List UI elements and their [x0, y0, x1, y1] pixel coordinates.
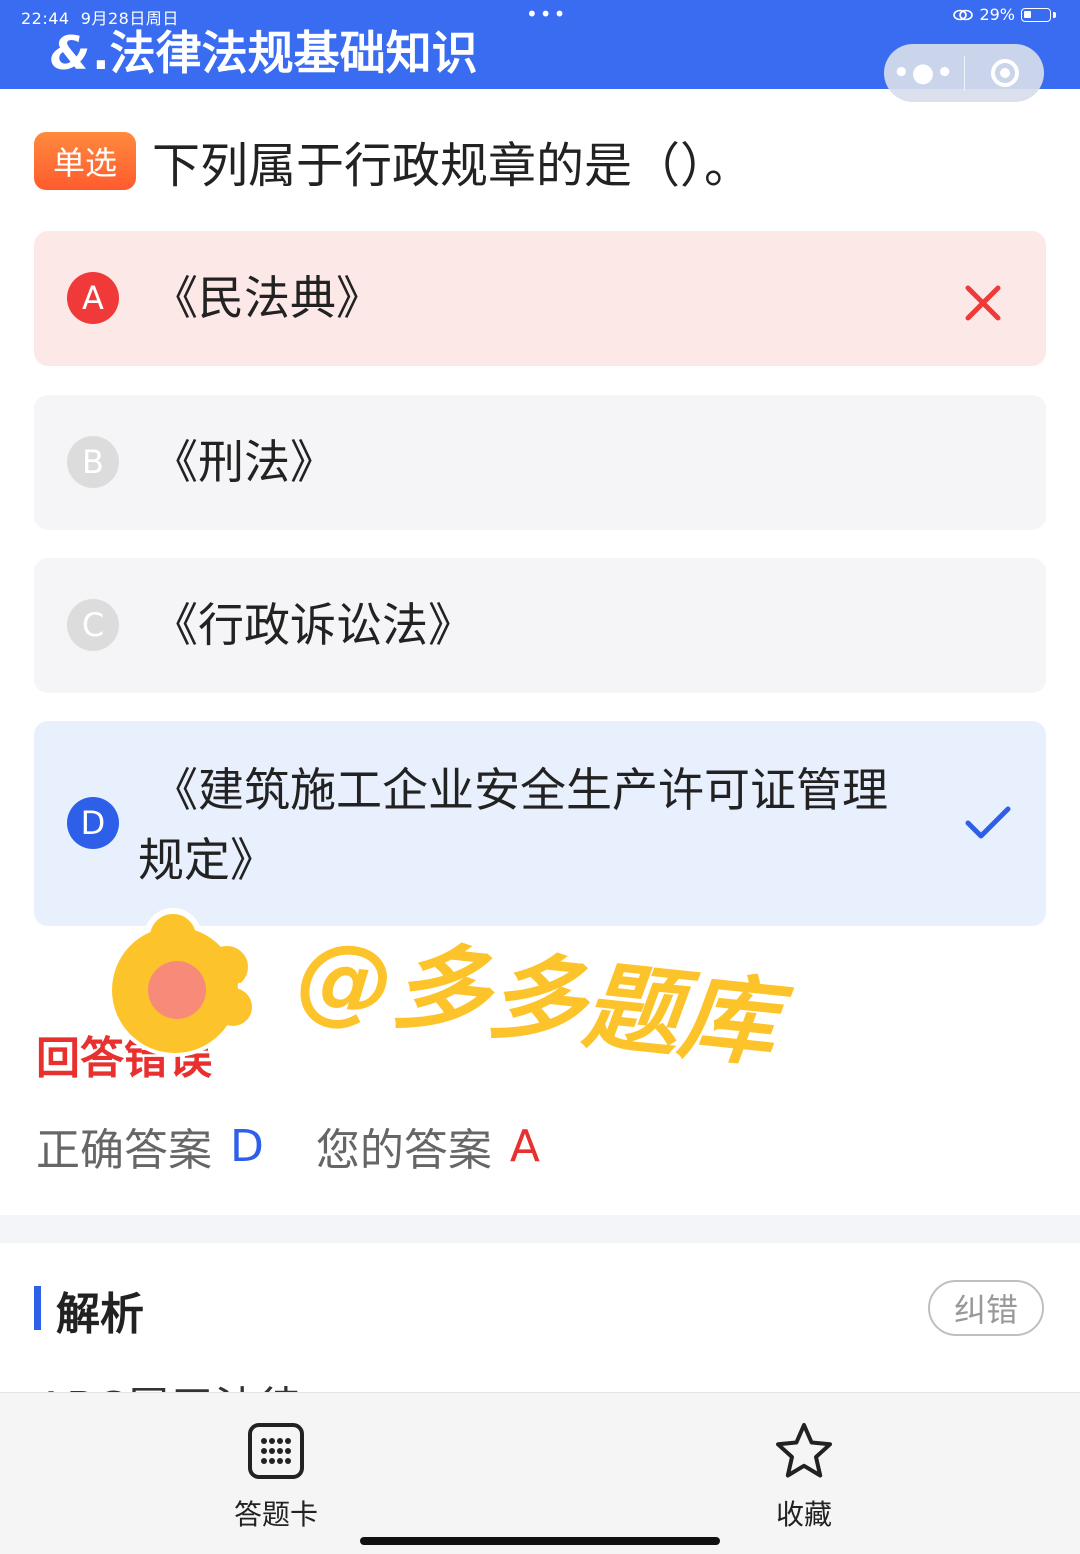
- analysis-accent-bar: [34, 1286, 41, 1330]
- battery-percent: 29%: [979, 5, 1015, 24]
- link-icon: [953, 9, 974, 20]
- option-text: 《刑法》: [152, 435, 336, 489]
- app-header: 22:44 9月28日周日 ••• 29% & .法律法规基础知识 •●•: [0, 0, 1080, 102]
- option-letter: B: [67, 436, 119, 488]
- option-text: 《行政诉讼法》: [152, 598, 474, 652]
- status-right: 29%: [953, 5, 1056, 24]
- status-dots: •••: [526, 2, 568, 26]
- app-title-group: & .法律法规基础知识: [50, 30, 478, 76]
- correct-check-icon: [965, 806, 1011, 839]
- home-indicator: [360, 1537, 720, 1545]
- your-answer-label: 您的答案: [315, 1125, 492, 1176]
- bottom-nav: 答题卡 收藏: [0, 1392, 1080, 1554]
- watermark-text: @多多题库: [292, 919, 797, 1082]
- option-a[interactable]: A 《民法典》: [34, 231, 1046, 366]
- answer-card-button[interactable]: 答题卡: [206, 1421, 346, 1533]
- correct-answer-label: 正确答案: [36, 1125, 212, 1176]
- option-letter: A: [67, 272, 119, 324]
- answer-card-label: 答题卡: [233, 1498, 318, 1531]
- star-icon: [776, 1423, 832, 1478]
- wrong-x-icon: [965, 285, 1001, 321]
- app-title: .法律法规基础知识: [92, 26, 478, 80]
- option-text-line1: 《建筑施工企业安全生产许可证管理: [152, 763, 888, 817]
- section-divider: [0, 1215, 1080, 1243]
- option-text-line2: 规定》: [138, 833, 276, 887]
- option-text: 《民法典》: [152, 271, 382, 325]
- answer-row: 正确答案 D 您的答案 A: [36, 1114, 540, 1178]
- battery-icon: [1021, 7, 1051, 22]
- more-button[interactable]: •●•: [884, 58, 964, 88]
- option-letter: C: [67, 599, 119, 651]
- app-logo: &: [50, 26, 91, 80]
- question-text: 下列属于行政规章的是（）。: [152, 138, 753, 194]
- correct-answer-value: D: [230, 1120, 264, 1172]
- option-c[interactable]: C 《行政诉讼法》: [34, 558, 1046, 693]
- question-type-tag: 单选: [34, 132, 136, 190]
- analysis-title: 解析: [56, 1289, 144, 1340]
- favorite-button[interactable]: 收藏: [734, 1421, 874, 1533]
- favorite-label: 收藏: [775, 1498, 832, 1531]
- option-letter: D: [67, 797, 119, 849]
- report-error-button[interactable]: 纠错: [928, 1280, 1044, 1336]
- mini-program-capsule: •●•: [884, 44, 1044, 102]
- option-b[interactable]: B 《刑法》: [34, 395, 1046, 530]
- watermark: @多多题库: [108, 908, 801, 1087]
- grid-card-icon: [248, 1423, 304, 1479]
- flower-logo: [108, 908, 258, 1057]
- close-button[interactable]: [965, 59, 1044, 87]
- your-answer-value: A: [509, 1120, 540, 1172]
- target-icon: [990, 59, 1019, 87]
